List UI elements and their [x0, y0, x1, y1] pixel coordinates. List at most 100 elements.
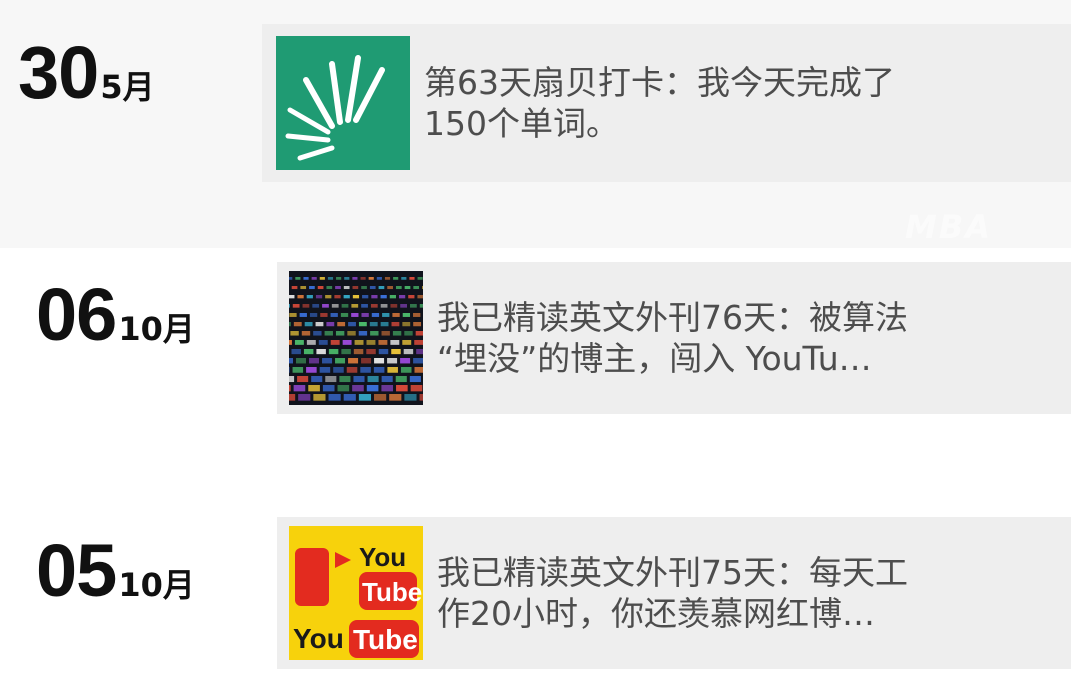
- video-wall-tile: [318, 340, 328, 345]
- video-wall-tile: [320, 313, 328, 317]
- video-wall-tile: [336, 277, 342, 280]
- video-wall-tile: [334, 295, 341, 299]
- video-wall-tile: [309, 358, 320, 364]
- video-wall-tile: [293, 322, 302, 327]
- video-wall-tile: [313, 394, 326, 401]
- date-day: 05: [36, 529, 117, 612]
- video-wall-tile: [353, 376, 365, 383]
- video-wall-tile: [289, 313, 297, 317]
- video-wall-tile: [408, 295, 415, 299]
- video-wall-tile: [289, 340, 292, 345]
- video-wall-tile: [373, 367, 385, 373]
- date-month: 10月: [118, 566, 195, 604]
- video-wall-tile: [376, 277, 382, 280]
- video-wall-tile: [303, 277, 309, 280]
- video-wall-tile: [360, 277, 366, 280]
- date-label: 06 10月: [36, 272, 195, 357]
- video-wall-tile: [366, 349, 376, 355]
- video-wall-tile: [409, 277, 415, 280]
- video-wall-tile: [342, 340, 352, 345]
- video-wall-tile: [341, 304, 349, 308]
- video-wall-tile: [358, 322, 367, 327]
- video-wall-tile: [289, 295, 295, 299]
- timeline-entry-card[interactable]: 第63天扇贝打卡：我今天完成了 150个单词。: [262, 24, 1071, 182]
- video-wall-tile: [366, 340, 376, 345]
- video-wall-tile: [413, 313, 421, 317]
- video-wall-tile: [352, 277, 358, 280]
- video-wall-tile: [289, 304, 290, 308]
- video-wall-tile: [378, 340, 388, 345]
- date-label: 30 5月: [18, 30, 155, 115]
- video-wall-tile: [391, 322, 400, 327]
- video-wall-tile: [315, 322, 324, 327]
- video-wall-tile: [337, 385, 350, 392]
- video-wall-tile: [396, 385, 408, 392]
- video-wall-tile: [402, 313, 411, 317]
- video-wall-tile: [340, 313, 349, 317]
- video-wall-icon: [289, 271, 423, 405]
- video-wall-tile: [296, 358, 307, 364]
- video-wall-tile: [367, 376, 379, 383]
- video-wall-tile: [395, 286, 402, 290]
- timeline-entry-card[interactable]: You Tube You Tube 我已精读英文外刊75天：每天工 作20小时，…: [277, 517, 1071, 669]
- video-wall-tile: [389, 394, 402, 401]
- video-wall-tile: [311, 376, 323, 383]
- shanbay-logo-icon: [276, 36, 410, 170]
- video-wall-tile: [303, 349, 314, 355]
- video-wall-tile: [348, 322, 356, 327]
- video-wall-tile: [371, 313, 380, 317]
- video-wall-tile: [403, 349, 414, 355]
- video-wall-tile: [360, 367, 371, 373]
- video-wall-tile: [381, 385, 394, 392]
- video-wall-tile: [335, 286, 341, 290]
- video-wall-tile: [391, 349, 401, 355]
- video-wall-tile: [413, 322, 422, 327]
- youtube-logo-icon: You Tube You Tube: [289, 526, 423, 660]
- watermark-logo: MBA: [905, 208, 992, 246]
- video-wall-tile: [415, 331, 423, 336]
- video-wall-tile: [392, 313, 400, 317]
- video-wall-tile: [339, 376, 351, 383]
- video-wall-tile: [312, 304, 320, 308]
- youtube-logo-tube-bottom: Tube: [353, 624, 418, 655]
- youtube-logo-tube-top: Tube: [362, 577, 422, 607]
- video-wall-tile: [315, 295, 323, 299]
- video-wall-tile: [374, 394, 387, 401]
- video-wall-tile: [301, 331, 311, 336]
- video-wall-tile: [326, 322, 335, 327]
- video-wall-tile: [295, 277, 301, 280]
- video-wall-tile: [409, 376, 421, 383]
- video-wall-tile: [370, 331, 379, 336]
- video-wall-tile: [387, 286, 393, 290]
- youtube-logo-you-bottom: You: [293, 623, 344, 654]
- video-wall-tile: [387, 358, 398, 364]
- video-wall-tile: [374, 358, 385, 364]
- video-wall-tile: [304, 322, 313, 327]
- video-wall-tile: [351, 304, 359, 308]
- video-wall-tile: [344, 277, 350, 280]
- video-wall-tile: [309, 286, 315, 290]
- entry-text: 我已精读英文外刊76天：被算法 “埋没”的博主，闯入 YouTu…: [437, 298, 908, 378]
- video-wall-tile: [317, 286, 324, 290]
- video-wall-tile: [389, 295, 396, 299]
- video-wall-tile: [327, 277, 334, 280]
- video-wall-tile: [289, 322, 291, 327]
- video-wall-tile: [297, 295, 304, 299]
- video-wall-tile: [325, 295, 332, 299]
- video-wall-tile: [322, 358, 333, 364]
- video-wall-tile: [414, 367, 423, 373]
- video-wall-tile: [333, 367, 344, 373]
- video-wall-tile: [328, 349, 339, 355]
- video-wall-tile: [390, 304, 398, 308]
- video-wall-tile: [311, 277, 317, 280]
- video-wall-tile: [395, 376, 407, 383]
- video-wall-tile: [361, 304, 368, 308]
- video-wall-tile: [347, 331, 356, 336]
- video-wall-tile: [414, 340, 423, 345]
- video-wall-tile: [402, 340, 412, 345]
- date-day: 06: [36, 273, 117, 356]
- timeline-entry-card[interactable]: 我已精读英文外刊76天：被算法 “埋没”的博主，闯入 YouTu…: [277, 262, 1071, 414]
- video-wall-tile: [297, 376, 309, 383]
- video-wall-tile: [330, 313, 338, 317]
- video-wall-tile: [324, 331, 333, 336]
